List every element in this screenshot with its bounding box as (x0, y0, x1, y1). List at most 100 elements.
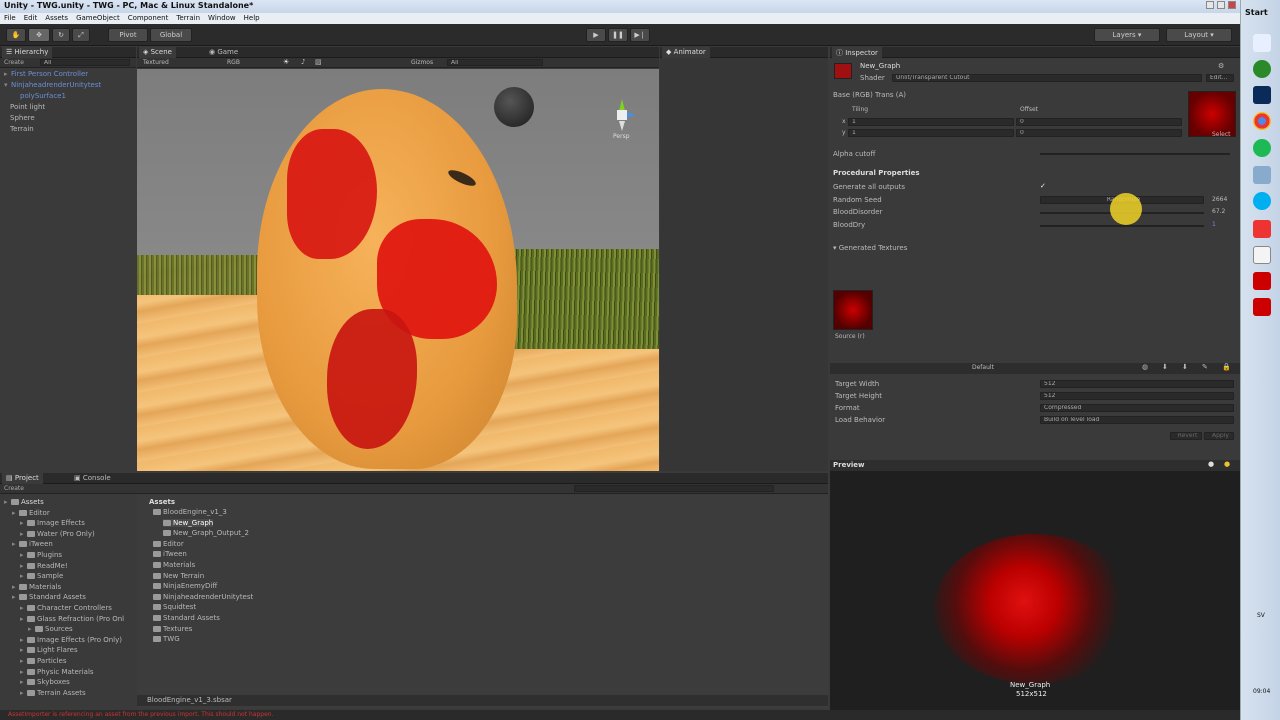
menu-terrain[interactable]: Terrain (176, 14, 200, 24)
folder-tree-item[interactable]: ▸ Image Effects (20, 519, 85, 527)
tiling-y-input[interactable]: 1 (848, 129, 1014, 137)
folder-tree-item[interactable]: ▸ Water (Pro Only) (20, 530, 95, 538)
folder-tree-item[interactable]: ▸ Character Controllers (20, 604, 112, 612)
clock[interactable]: 09:04 (1253, 688, 1270, 695)
apply-button[interactable]: Apply (1204, 432, 1234, 440)
hierarchy-item-sphere[interactable]: Sphere (10, 114, 35, 122)
record2-icon[interactable] (1253, 298, 1271, 316)
blood-dry-slider[interactable] (1040, 225, 1204, 227)
spotify-icon[interactable] (1253, 139, 1271, 157)
menu-file[interactable]: File (4, 14, 16, 24)
orientation-gizmo[interactable] (607, 95, 637, 135)
tiling-x-input[interactable]: 1 (848, 118, 1014, 126)
asset-list-item[interactable]: NinjaEnemyDiff (153, 582, 217, 590)
expand-arrow-icon[interactable]: ▸ (20, 636, 27, 644)
blood-disorder-value[interactable]: 67.2 (1212, 208, 1225, 215)
project-create-button[interactable]: Create (4, 485, 24, 492)
menu-assets[interactable]: Assets (45, 14, 68, 24)
hierarchy-item-ninjahead[interactable]: ▾ NinjaheadrenderUnitytest (4, 81, 101, 89)
platform-default-icon[interactable]: ◍ (1142, 363, 1148, 371)
menu-window[interactable]: Window (208, 14, 236, 24)
asset-list-item[interactable]: BloodEngine_v1_3 (153, 508, 227, 516)
start-button[interactable]: Start (1245, 8, 1268, 17)
platform-default-tab[interactable]: Default (972, 364, 994, 371)
expand-arrow-icon[interactable]: ▸ (20, 689, 27, 697)
generated-textures-foldout[interactable]: ▾ Generated Textures (833, 244, 907, 252)
shader-edit-button[interactable]: Edit... (1206, 74, 1234, 82)
layers-dropdown[interactable]: Layers ▾ (1094, 28, 1160, 42)
blood-dry-value[interactable]: 1 (1212, 221, 1216, 228)
tab-inspector[interactable]: ⓘ Inspector (832, 47, 882, 58)
scene-viewport[interactable]: Persp (137, 69, 659, 471)
menu-edit[interactable]: Edit (24, 14, 38, 24)
expand-arrow-icon[interactable]: ▸ (4, 498, 11, 506)
asset-list-item[interactable]: NinjaheadrenderUnitytest (153, 593, 253, 601)
sphere-object[interactable] (494, 87, 534, 127)
offset-x-input[interactable]: 0 (1016, 118, 1182, 126)
folder-tree-item[interactable]: ▸ ReadMe! (20, 562, 68, 570)
hierarchy-search-input[interactable]: All (40, 59, 130, 66)
menu-component[interactable]: Component (128, 14, 169, 24)
folder-tree-item[interactable]: ▸ Skyboxes (20, 678, 70, 686)
format-dropdown[interactable]: Compressed (1040, 404, 1234, 412)
rotate-tool-icon[interactable]: ↻ (52, 28, 70, 42)
network-icon[interactable] (1253, 166, 1271, 184)
hierarchy-item-polysurface[interactable]: polySurface1 (20, 92, 66, 100)
alpha-cutoff-slider[interactable] (1040, 153, 1230, 155)
expand-arrow-icon[interactable]: ▸ (20, 572, 27, 580)
assets-breadcrumb[interactable]: Assets (149, 498, 175, 506)
asset-list-item[interactable]: TWG (153, 635, 180, 643)
folder-tree-item[interactable]: ▸ Image Effects (Pro Only) (20, 636, 122, 644)
platform-lock-icon[interactable]: 🔒 (1222, 363, 1231, 371)
expand-arrow-icon[interactable]: ▸ (20, 551, 27, 559)
project-search-input[interactable] (574, 485, 774, 492)
folder-tree-item[interactable]: ▸ Particles (20, 657, 67, 665)
preview-sphere-icon[interactable]: ● (1208, 460, 1214, 468)
platform-edit-icon[interactable]: ✎ (1202, 363, 1208, 371)
effects-toggle-icon[interactable]: ▨ (315, 58, 322, 66)
maximize-button[interactable] (1217, 1, 1225, 9)
hand-tool-icon[interactable]: ✋ (6, 28, 26, 42)
record-icon[interactable] (1253, 272, 1271, 290)
folder-tree-item[interactable]: ▸ Standard Assets (12, 593, 86, 601)
folder-tree-item[interactable]: ▸ Sample (20, 572, 63, 580)
asset-list-item[interactable]: Materials (153, 561, 195, 569)
folder-tree-item[interactable]: ▸ iTween (12, 540, 53, 548)
tab-console[interactable]: ▣ Console (70, 473, 115, 484)
folder-tree-item[interactable]: ▸ Terrain Assets (20, 689, 86, 697)
explorer-icon[interactable] (1253, 34, 1271, 52)
asset-list-item[interactable]: Textures (153, 625, 192, 633)
generate-all-outputs-checkbox[interactable]: ✓ (1040, 182, 1046, 190)
language-indicator[interactable]: SV (1257, 612, 1265, 619)
utorrent-icon[interactable] (1253, 60, 1271, 78)
expand-arrow-icon[interactable]: ▸ (20, 646, 27, 654)
asset-list-item[interactable]: Editor (153, 540, 184, 548)
tab-hierarchy[interactable]: ☰ Hierarchy (2, 47, 53, 58)
settings-gear-icon[interactable]: ⚙ (1218, 62, 1224, 70)
expand-arrow-icon[interactable]: ▸ (12, 583, 19, 591)
preview-light-icon[interactable]: ● (1224, 460, 1230, 468)
expand-arrow-icon[interactable]: ▸ (12, 509, 19, 517)
asset-list-item[interactable]: New_Graph (163, 518, 214, 527)
expand-arrow-icon[interactable]: ▸ (20, 615, 27, 623)
folder-tree-item[interactable]: ▸ Glass Refraction (Pro Onl (20, 615, 124, 623)
folder-tree-item[interactable]: ▸ Assets (4, 498, 44, 506)
folder-tree-item[interactable]: ▸ Physic Materials (20, 668, 94, 676)
hierarchy-item-point-light[interactable]: Point light (10, 103, 45, 111)
shader-dropdown[interactable]: Unlit/Transparent Cutout (892, 74, 1202, 82)
tab-scene[interactable]: ◈ Scene (139, 47, 176, 58)
folder-tree-item[interactable]: ▸ Plugins (20, 551, 62, 559)
preview-sphere[interactable] (934, 534, 1134, 684)
asset-list-item[interactable]: Squidtest (153, 603, 196, 611)
expand-arrow-icon[interactable]: ▸ (12, 540, 19, 548)
platform-download2-icon[interactable]: ⬇ (1182, 363, 1188, 371)
app-icon[interactable] (1253, 220, 1271, 238)
shading-mode-dropdown[interactable]: Textured (143, 59, 169, 66)
play-button[interactable]: ▶ (586, 28, 606, 42)
global-toggle[interactable]: Global (150, 28, 192, 42)
folder-tree-item[interactable]: ▸ Light Flares (20, 646, 78, 654)
layout-dropdown[interactable]: Layout ▾ (1166, 28, 1232, 42)
step-button[interactable]: ▶❘ (630, 28, 650, 42)
hierarchy-item-first-person[interactable]: ▸ First Person Controller (4, 70, 88, 78)
tab-animator[interactable]: ◆ Animator (662, 47, 710, 58)
